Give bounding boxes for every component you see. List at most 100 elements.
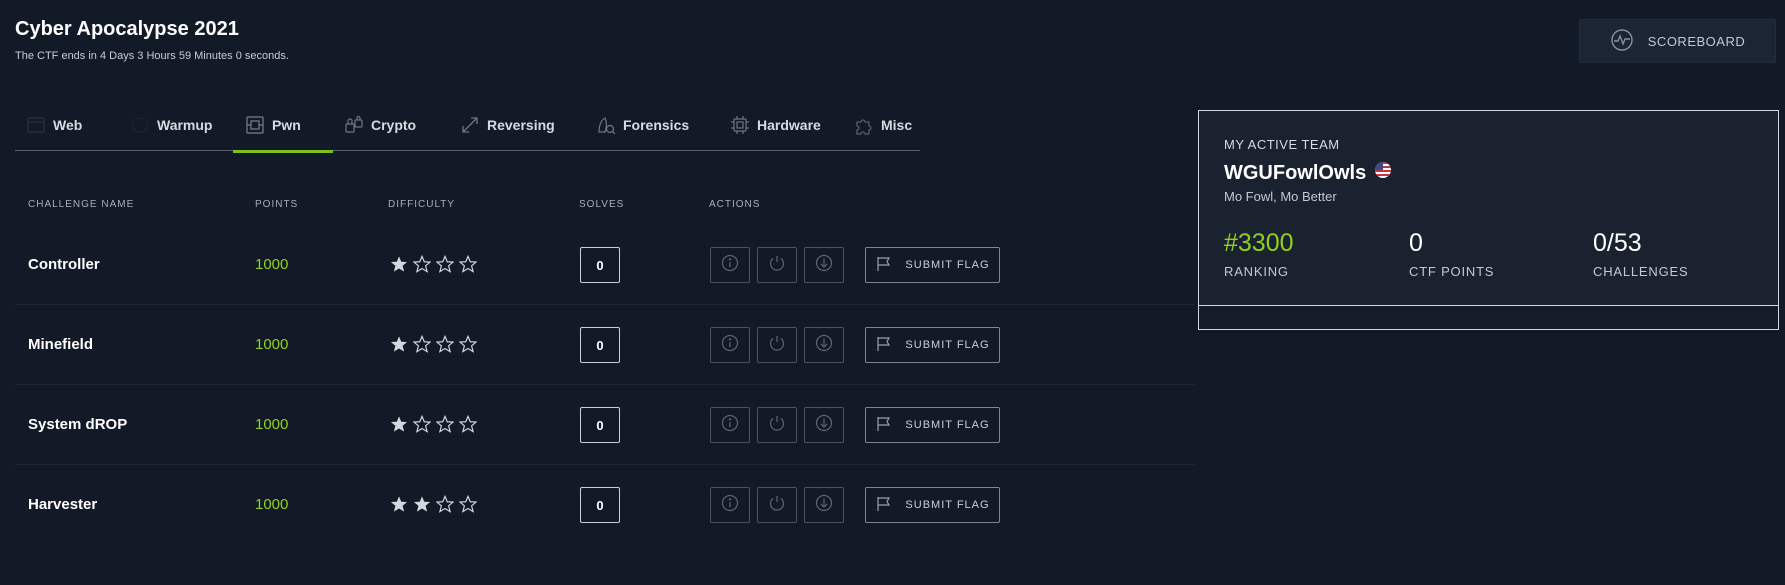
table-row: Minefield 1000 0 SUBMIT FLAG [15,305,1195,385]
start-instance-button[interactable] [757,407,797,443]
countdown-text: The CTF ends in 4 Days 3 Hours 59 Minute… [15,50,289,62]
flag-icon [875,335,893,356]
challenge-name: System dROP [28,416,128,433]
info-icon [720,493,740,518]
ctf-points-value: 0 [1409,229,1423,257]
star-filled-icon [390,255,408,278]
table-row: System dROP 1000 0 SUBMIT FLAG [15,385,1195,465]
power-icon [767,253,787,278]
table-row: Controller 1000 0 SUBMIT FLAG [15,225,1195,305]
team-motto: Mo Fowl, Mo Better [1224,189,1337,204]
tab-misc-label: Misc [881,116,913,133]
solves-count: 0 [580,487,620,523]
star-empty-icon [458,494,478,518]
tab-crypto-label: Crypto [371,116,417,133]
download-button[interactable] [804,327,844,363]
page-title: Cyber Apocalypse 2021 [15,18,239,40]
star-empty-icon [458,414,478,438]
submit-flag-button[interactable]: SUBMIT FLAG [865,407,1000,443]
download-button[interactable] [804,487,844,523]
star-empty-icon [435,334,455,358]
download-icon [814,413,834,438]
tab-web[interactable]: Web [15,98,119,151]
category-tabs: Web Warmup Pwn Crypto Reversing Forensic… [15,98,920,153]
star-empty-icon [458,334,478,358]
star-empty-icon [435,254,455,278]
info-button[interactable] [710,327,750,363]
web-icon [25,114,47,136]
flag-icon [875,415,893,436]
tab-warmup-label: Warmup [157,116,213,133]
tab-forensics-label: Forensics [623,116,690,133]
tab-hardware-label: Hardware [757,116,821,133]
download-icon [814,253,834,278]
challenge-points: 1000 [255,336,289,353]
team-name: WGUFowlOwls [1224,161,1392,185]
team-name-text: WGUFowlOwls [1224,161,1367,184]
team-section-label: MY ACTIVE TEAM [1224,137,1340,152]
download-icon [814,493,834,518]
team-card: MY ACTIVE TEAM WGUFowlOwls Mo Fowl, Mo B… [1199,111,1778,306]
submit-flag-button[interactable]: SUBMIT FLAG [865,487,1000,523]
warmup-icon [129,114,151,136]
submit-flag-label: SUBMIT FLAG [905,419,990,431]
scoreboard-button[interactable]: SCOREBOARD [1579,19,1776,63]
tab-pwn-label: Pwn [272,116,301,133]
start-instance-button[interactable] [757,247,797,283]
header-difficulty: DIFFICULTY [388,199,456,210]
star-filled-icon [390,495,408,518]
table-row: Harvester 1000 0 SUBMIT FLAG [15,465,1195,545]
info-button[interactable] [710,487,750,523]
crypto-icon [343,114,365,136]
difficulty-rating [390,334,478,358]
misc-icon [853,114,875,136]
power-icon [767,413,787,438]
submit-flag-label: SUBMIT FLAG [905,259,990,271]
reversing-icon [459,114,481,136]
solves-count: 0 [580,327,620,363]
star-empty-icon [412,334,432,358]
star-filled-icon [413,495,431,518]
download-button[interactable] [804,247,844,283]
header-actions: ACTIONS [709,199,761,210]
difficulty-rating [390,494,478,518]
tab-web-label: Web [53,116,83,133]
info-button[interactable] [710,247,750,283]
header-challenge-name: CHALLENGE NAME [28,199,135,210]
tab-pwn[interactable]: Pwn [233,98,333,153]
forensics-icon [595,114,617,136]
header-solves: SOLVES [579,199,625,210]
tab-misc[interactable]: Misc [845,98,920,151]
challenge-name: Controller [28,256,100,273]
tab-warmup[interactable]: Warmup [119,98,233,151]
start-instance-button[interactable] [757,487,797,523]
tab-reversing-label: Reversing [487,116,555,133]
tab-crypto[interactable]: Crypto [333,98,447,151]
submit-flag-button[interactable]: SUBMIT FLAG [865,327,1000,363]
ranking-value: #3300 [1224,229,1294,257]
star-empty-icon [435,494,455,518]
download-button[interactable] [804,407,844,443]
submit-flag-button[interactable]: SUBMIT FLAG [865,247,1000,283]
header-points: POINTS [255,199,299,210]
pulse-icon [1610,28,1634,55]
info-icon [720,253,740,278]
download-icon [814,333,834,358]
ranking-label: RANKING [1224,264,1289,279]
start-instance-button[interactable] [757,327,797,363]
submit-flag-label: SUBMIT FLAG [905,499,990,511]
tab-hardware[interactable]: Hardware [717,98,845,151]
flag-icon [875,495,893,516]
star-empty-icon [412,414,432,438]
solves-count: 0 [580,407,620,443]
star-empty-icon [435,414,455,438]
tab-forensics[interactable]: Forensics [583,98,717,151]
difficulty-rating [390,414,478,438]
star-empty-icon [412,254,432,278]
info-button[interactable] [710,407,750,443]
tab-reversing[interactable]: Reversing [447,98,583,151]
challenge-name: Harvester [28,496,98,513]
challenges-label: CHALLENGES [1593,264,1689,279]
star-filled-icon [390,415,408,438]
us-flag-icon [1374,161,1392,185]
